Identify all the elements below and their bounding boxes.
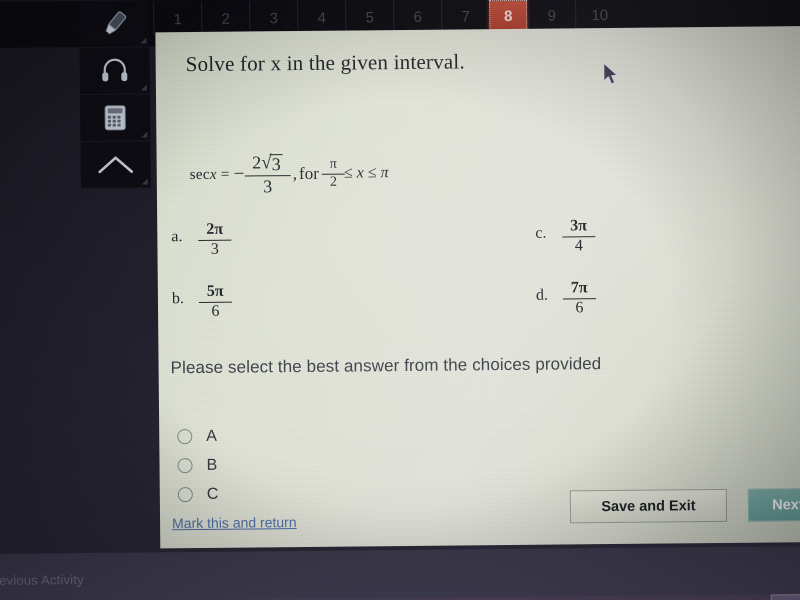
previous-activity-label[interactable]: revious Activity xyxy=(0,572,84,588)
photographed-screen: revious Activity 1 2 3 4 5 6 7 8 9 10 So… xyxy=(0,0,800,600)
question-content-panel: Solve for x in the given interval. secx … xyxy=(155,26,800,549)
mouse-cursor xyxy=(602,62,620,93)
active-app-highlight xyxy=(770,594,800,600)
screenshot-root: revious Activity 1 2 3 4 5 6 7 8 9 10 So… xyxy=(0,0,800,600)
radio-circle-icon[interactable] xyxy=(177,458,193,474)
interval-numerator: π xyxy=(329,156,337,172)
fraction-numerator: 2 √ 3 xyxy=(248,152,287,175)
answer-radio-group: A B C xyxy=(177,422,218,509)
answer-choice-a[interactable]: a. 2π 3 xyxy=(171,220,232,259)
interval-inequality: ≤ x ≤ π xyxy=(344,165,389,183)
choice-b-label: b. xyxy=(171,290,185,308)
collapse-tool-button[interactable] xyxy=(80,141,151,190)
answer-choice-d[interactable]: d. 7π 6 xyxy=(535,279,596,318)
radio-option-a[interactable]: A xyxy=(177,422,218,451)
choice-d-numerator: 7π xyxy=(570,279,588,297)
choice-a-numerator: 2π xyxy=(206,220,224,238)
minus-sign: − xyxy=(233,163,245,186)
radio-circle-icon[interactable] xyxy=(177,487,193,503)
interval-denominator: 2 xyxy=(321,173,346,191)
radio-option-b[interactable]: B xyxy=(177,451,218,480)
radio-option-c[interactable]: C xyxy=(177,480,219,509)
calculator-tool-button[interactable] xyxy=(79,94,151,143)
choice-b-denominator: 6 xyxy=(198,301,232,321)
numerator-coefficient: 2 xyxy=(252,152,262,173)
radicand: 3 xyxy=(269,154,283,175)
choice-c-fraction: 3π 4 xyxy=(562,217,596,256)
equation-expression: secx = − 2 √ 3 3 , for π 2 ≤ x ≤ π xyxy=(190,152,389,197)
equation-fraction: 2 √ 3 3 xyxy=(244,152,291,197)
choice-d-label: d. xyxy=(535,286,549,304)
equation-lhs: secx = xyxy=(190,167,230,184)
tool-sidebar xyxy=(79,0,151,190)
interval-fraction: π 2 xyxy=(321,156,346,191)
next-button[interactable]: Next xyxy=(747,487,800,522)
save-and-exit-button[interactable]: Save and Exit xyxy=(569,488,728,524)
chevron-up-icon xyxy=(98,156,134,174)
mark-this-and-return-link[interactable]: Mark this and return xyxy=(172,514,297,531)
question-prompt: Solve for x in the given interval. xyxy=(185,49,465,77)
highlighter-tool-button[interactable] xyxy=(79,0,150,49)
taskbar-icon-group xyxy=(621,594,800,600)
choice-b-numerator: 5π xyxy=(206,282,224,300)
radio-circle-icon[interactable] xyxy=(177,429,193,445)
choice-a-denominator: 3 xyxy=(198,239,232,259)
equation-comma: , xyxy=(292,164,298,184)
choice-d-fraction: 7π 6 xyxy=(562,279,596,318)
os-bottom-band xyxy=(0,545,800,600)
selection-instruction: Please select the best answer from the c… xyxy=(170,354,602,378)
choice-a-fraction: 2π 3 xyxy=(198,220,232,259)
read-aloud-tool-button[interactable] xyxy=(79,47,150,96)
inequality-left: ≤ xyxy=(343,164,353,182)
highlighter-icon xyxy=(105,11,127,35)
radio-label-a: A xyxy=(206,427,218,445)
sec-label: sec xyxy=(189,166,210,183)
choice-a-label: a. xyxy=(171,228,183,246)
choice-b-fraction: 5π 6 xyxy=(198,282,232,321)
choice-c-label: c. xyxy=(535,224,547,242)
inequality-upper-bound: π xyxy=(380,164,389,182)
equation-for-text: for xyxy=(298,164,319,184)
inequality-right: ≤ xyxy=(367,164,377,182)
square-root-icon: √ 3 xyxy=(261,152,283,175)
calculator-icon xyxy=(104,105,126,131)
choice-c-numerator: 3π xyxy=(570,217,588,235)
fraction-denominator: 3 xyxy=(244,174,291,197)
answer-choice-c[interactable]: c. 3π 4 xyxy=(535,217,596,256)
choice-d-denominator: 6 xyxy=(562,297,596,318)
radio-label-b: B xyxy=(206,456,218,474)
variable-x: x xyxy=(209,166,217,183)
cursor-arrow-icon xyxy=(603,62,618,85)
question-tab-8-active[interactable]: 8 xyxy=(489,0,528,33)
inequality-variable: x xyxy=(356,164,364,182)
radio-label-c: C xyxy=(206,485,219,503)
answer-choice-b[interactable]: b. 5π 6 xyxy=(171,282,232,321)
equals-sign: = xyxy=(220,166,230,183)
headphones-icon xyxy=(102,58,128,82)
choice-c-denominator: 4 xyxy=(562,235,596,256)
